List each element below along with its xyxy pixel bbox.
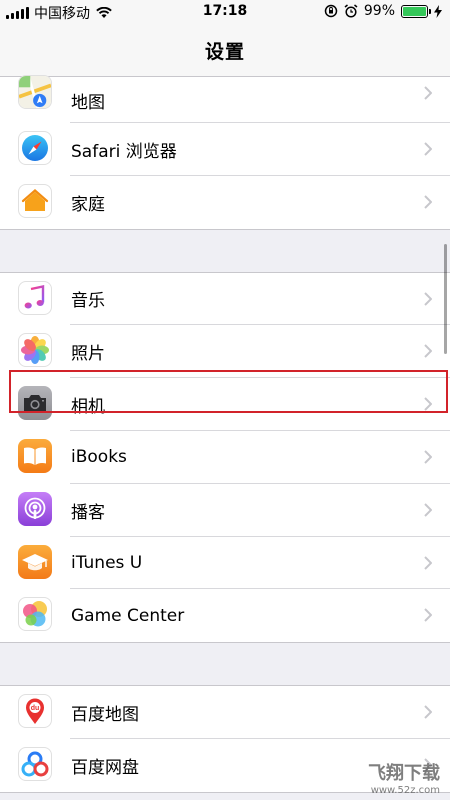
chevron-right-icon bbox=[424, 503, 432, 517]
settings-row-camera[interactable]: 相机 bbox=[0, 378, 450, 431]
settings-row-label: Safari 浏览器 bbox=[71, 141, 177, 162]
settings-screen: 中国移动 17:18 99% 设置 地图 Safari 浏览器 家庭 音乐 照片… bbox=[0, 0, 450, 800]
settings-group-apple-apps-2: 音乐 照片 相机 iBooks 播客 iTunes U Game Center bbox=[0, 271, 450, 644]
settings-row-label: iBooks bbox=[71, 447, 127, 468]
rotation-lock-icon bbox=[324, 4, 338, 18]
chevron-right-icon bbox=[424, 195, 432, 209]
music-icon bbox=[18, 280, 52, 315]
battery-percent: 99% bbox=[363, 3, 395, 19]
watermark-url: www.52z.com bbox=[370, 785, 440, 796]
settings-row-music[interactable]: 音乐 bbox=[0, 273, 450, 326]
chevron-right-icon bbox=[424, 86, 432, 100]
charging-icon bbox=[434, 4, 442, 18]
settings-row-label: 地图 bbox=[71, 92, 105, 113]
settings-group-apple-apps-1: 地图 Safari 浏览器 家庭 bbox=[0, 75, 450, 230]
settings-row-podcasts[interactable]: 播客 bbox=[0, 484, 450, 537]
settings-list: 地图 Safari 浏览器 家庭 音乐 照片 相机 iBooks 播客 iTun… bbox=[0, 75, 450, 793]
settings-row-baidu-maps[interactable]: du 百度地图 bbox=[0, 686, 450, 739]
settings-row-itunes-u[interactable]: iTunes U bbox=[0, 537, 450, 590]
settings-row-label: 相机 bbox=[71, 397, 105, 418]
chevron-right-icon bbox=[424, 397, 432, 411]
alarm-icon bbox=[344, 4, 358, 18]
baidu-netdisk-icon bbox=[18, 746, 52, 781]
home-icon bbox=[18, 183, 52, 218]
podcasts-icon bbox=[18, 491, 52, 526]
watermark: 飞翔下载 www.52z.com bbox=[368, 759, 440, 796]
watermark-title: 飞翔下载 bbox=[368, 763, 440, 784]
settings-row-label: Game Center bbox=[71, 605, 185, 626]
chevron-right-icon bbox=[424, 142, 432, 156]
chevron-right-icon bbox=[424, 705, 432, 719]
page-title: 设置 bbox=[204, 40, 245, 63]
chevron-right-icon bbox=[424, 344, 432, 359]
ibooks-icon bbox=[18, 438, 52, 473]
settings-row-game-center[interactable]: Game Center bbox=[0, 589, 450, 642]
settings-row-label: 音乐 bbox=[71, 291, 105, 312]
chevron-right-icon bbox=[424, 608, 432, 623]
settings-row-label: 百度地图 bbox=[71, 705, 139, 726]
photos-icon bbox=[18, 333, 52, 368]
chevron-right-icon bbox=[424, 291, 432, 306]
battery-fill bbox=[403, 6, 426, 16]
navigation-bar: 设置 bbox=[0, 24, 450, 77]
settings-row-label: 照片 bbox=[71, 344, 105, 365]
settings-row-label: iTunes U bbox=[71, 552, 143, 573]
settings-row-label: 家庭 bbox=[71, 194, 105, 215]
baidu-maps-icon: du bbox=[18, 694, 52, 729]
maps-icon bbox=[18, 75, 52, 109]
status-bar: 中国移动 17:18 99% bbox=[0, 0, 450, 24]
settings-row-photos[interactable]: 照片 bbox=[0, 325, 450, 379]
settings-row-ibooks[interactable]: iBooks bbox=[0, 431, 450, 484]
game-center-icon bbox=[18, 597, 52, 632]
scroll-indicator bbox=[444, 244, 447, 354]
settings-row-safari[interactable]: Safari 浏览器 bbox=[0, 123, 450, 176]
itunes-u-icon bbox=[18, 544, 52, 579]
settings-row-label: 百度网盘 bbox=[71, 757, 139, 778]
safari-icon bbox=[18, 131, 52, 165]
settings-row-maps[interactable]: 地图 bbox=[0, 75, 450, 123]
chevron-right-icon bbox=[424, 450, 432, 464]
settings-row-home[interactable]: 家庭 bbox=[0, 176, 450, 229]
camera-icon bbox=[18, 386, 52, 421]
chevron-right-icon bbox=[424, 555, 432, 570]
svg-text:du: du bbox=[31, 705, 40, 712]
status-right: 99% bbox=[324, 3, 442, 19]
settings-row-label: 播客 bbox=[71, 502, 105, 523]
battery-icon bbox=[401, 4, 431, 18]
